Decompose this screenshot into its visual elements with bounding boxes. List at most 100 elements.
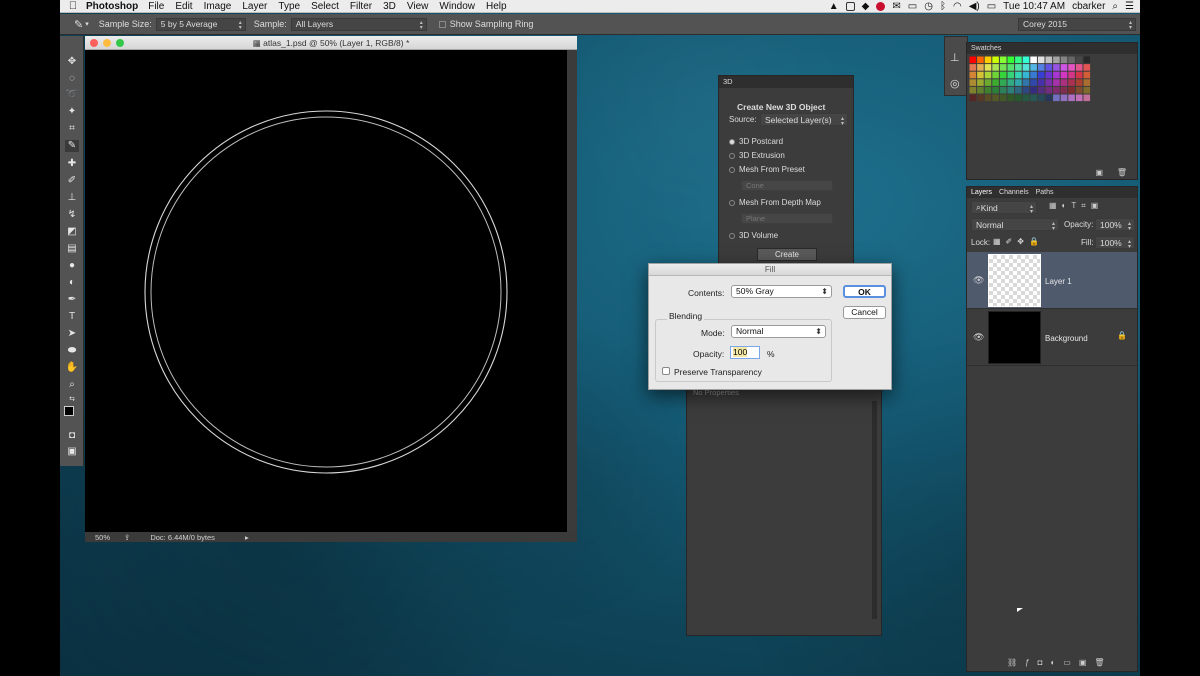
crop-tool-icon[interactable]: ⌗ [65,123,79,135]
swatch[interactable] [992,56,999,64]
new-swatch-icon[interactable]: ▣ [1095,168,1103,177]
swatch[interactable] [969,71,977,79]
swatch[interactable] [984,56,992,64]
swatch[interactable] [1030,64,1037,71]
swatch[interactable] [1022,86,1030,94]
swatch[interactable] [1075,64,1083,71]
swatch[interactable] [1030,94,1037,102]
opacity-input[interactable]: 100 [730,346,760,359]
wifi-icon[interactable]: ◠ [953,1,962,12]
menu-type[interactable]: Type [278,1,300,12]
airplay-icon[interactable]: ▭ [908,1,917,12]
apple-icon[interactable]:  [60,0,86,12]
ok-button[interactable]: OK [843,285,886,298]
swatch[interactable] [984,64,992,71]
swatch[interactable] [1015,79,1022,86]
swatch[interactable] [1015,94,1022,102]
menu-window[interactable]: Window [439,1,475,12]
marquee-tool-icon[interactable]: ◌ [65,73,79,85]
layer-row[interactable]: 👁 Layer 1 [967,252,1137,309]
swatch[interactable] [977,86,984,94]
time-machine-icon[interactable]: ◷ [924,1,933,12]
swatch[interactable] [1083,56,1091,64]
sample-dropdown[interactable]: All Layers [290,17,427,31]
swatch[interactable] [1068,94,1075,102]
volume-icon[interactable]: ◀) [969,1,980,12]
swatch[interactable] [1068,71,1075,79]
delete-swatch-icon[interactable]: 🗑 [1117,168,1127,177]
swatch[interactable] [999,64,1007,71]
preserve-transparency-checkbox[interactable] [662,367,670,375]
swatch[interactable] [1083,79,1091,86]
swatch[interactable] [969,86,977,94]
swatch[interactable] [977,94,984,102]
menu-layer[interactable]: Layer [242,1,267,12]
layer-filter-icons[interactable]: ▦◐T⌗▣ [1049,201,1103,211]
mode-dropdown[interactable]: Normal [731,325,826,338]
swatch[interactable] [1075,86,1083,94]
swatch[interactable] [1083,94,1091,102]
creative-cloud-icon[interactable] [876,2,886,11]
option-3d-volume[interactable]: 3D Volume [729,231,778,240]
user-name[interactable]: cbarker [1072,1,1105,12]
eyedropper-icon[interactable]: ✎ [74,18,83,31]
swatch[interactable] [1037,56,1045,64]
blend-mode-dropdown[interactable]: Normal [971,218,1059,231]
swatch[interactable] [1083,86,1091,94]
layer-name[interactable]: Background [1045,334,1088,343]
canvas[interactable] [85,50,567,532]
swatch-grid[interactable] [969,56,1139,106]
option-3d-postcard[interactable]: 3D Postcard [729,137,783,146]
dropbox-icon[interactable]: ◆ [862,1,870,12]
sample-size-dropdown[interactable]: 5 by 5 Average [155,17,246,31]
eyedropper-tool-icon[interactable]: ✎ [65,140,79,152]
layer-row[interactable]: 👁 Background 🔒 [967,309,1137,366]
menu-view[interactable]: View [407,1,429,12]
swatch[interactable] [1015,86,1022,94]
visibility-eye-icon[interactable]: 👁 [973,332,984,343]
tab-paths[interactable]: Paths [1036,189,1054,196]
swatch[interactable] [1053,56,1060,64]
quick-mask-icon[interactable]: ◘ [65,430,79,442]
status-menu-arrow-icon[interactable]: ▸ [245,533,249,542]
lasso-tool-icon[interactable]: ➰ [65,89,79,101]
notification-center-icon[interactable]: ☰ [1125,1,1134,12]
cc-libraries-icon[interactable]: ◎ [950,77,960,90]
swatch[interactable] [1037,64,1045,71]
dodge-tool-icon[interactable]: ◐ [65,277,79,289]
swatch[interactable] [984,94,992,102]
foreground-color-swatch[interactable] [64,406,74,416]
swatch[interactable] [1060,94,1068,102]
swatch[interactable] [977,71,984,79]
swatch[interactable] [1022,94,1030,102]
swatch[interactable] [999,79,1007,86]
share-icon[interactable]: ⇪ [124,533,130,542]
swatch[interactable] [1037,94,1045,102]
layer-name[interactable]: Layer 1 [1045,277,1072,286]
healing-tool-icon[interactable]: ✚ [65,158,79,170]
swatch[interactable] [1053,94,1060,102]
swatch[interactable] [999,71,1007,79]
workspace-dropdown[interactable]: Corey 2015 [1018,17,1136,31]
swatch[interactable] [1053,71,1060,79]
swatch[interactable] [1015,56,1022,64]
move-tool-icon[interactable]: ✥ [65,56,79,68]
swatch[interactable] [1030,56,1037,64]
swatch[interactable] [969,94,977,102]
swatch[interactable] [1045,94,1053,102]
swatch[interactable] [1053,86,1060,94]
swatch[interactable] [992,86,999,94]
swatch[interactable] [1045,64,1053,71]
minimize-window-icon[interactable] [103,39,111,47]
menu-help[interactable]: Help [486,1,507,12]
swatch[interactable] [1007,79,1015,86]
adobe-icon[interactable] [845,2,855,11]
menu-file[interactable]: File [148,1,164,12]
swatch[interactable] [992,71,999,79]
swatch[interactable] [1045,79,1053,86]
swatch[interactable] [999,56,1007,64]
swatch[interactable] [1060,71,1068,79]
path-select-tool-icon[interactable]: ➤ [65,328,79,340]
swap-colors-icon[interactable]: ⇆ [65,394,79,406]
swatch[interactable] [1022,64,1030,71]
